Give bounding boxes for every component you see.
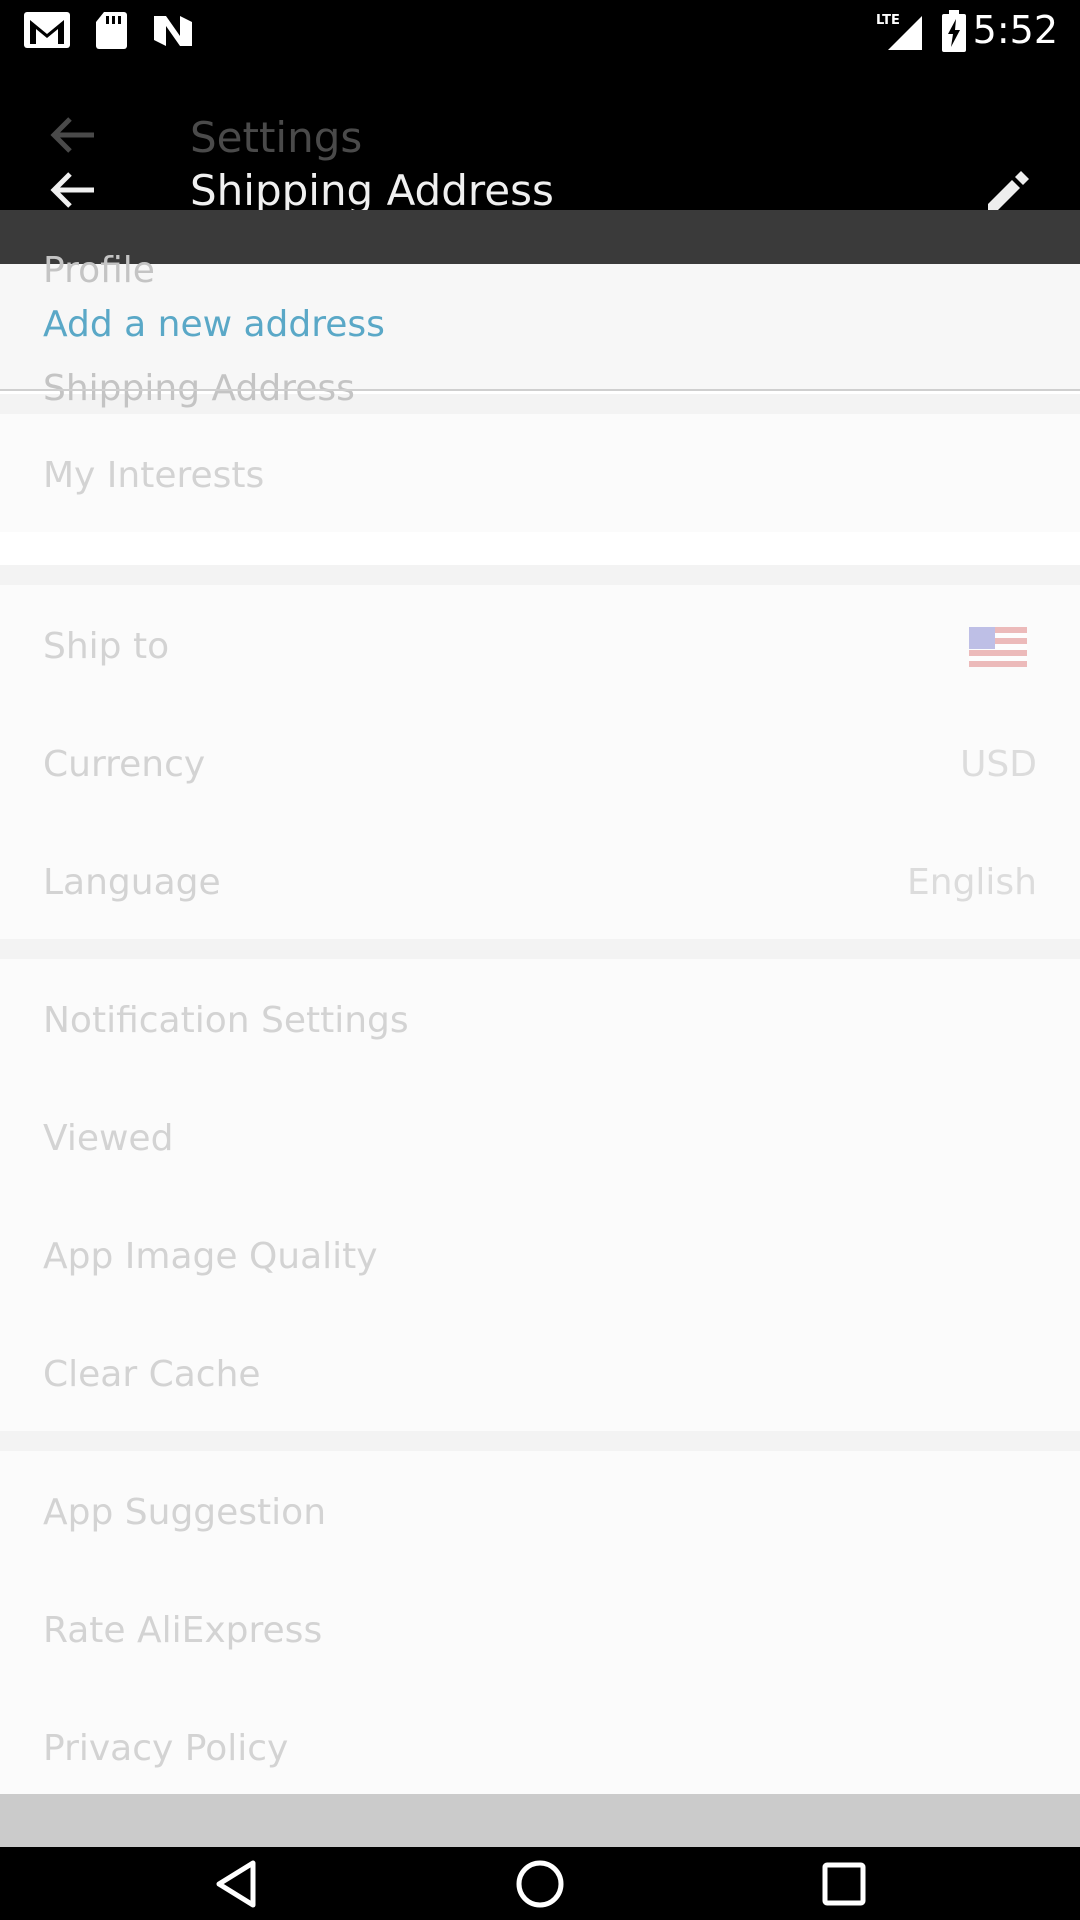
row-label: Rate AliExpress <box>43 1610 323 1651</box>
settings-row-viewed[interactable]: Viewed <box>0 1077 1080 1195</box>
ghost-profile-label: Profile <box>43 250 155 291</box>
row-label: App Image Quality <box>43 1236 378 1277</box>
settings-row-app-image-quality[interactable]: App Image Quality <box>0 1195 1080 1313</box>
row-label: App Suggestion <box>43 1492 327 1533</box>
settings-row-app-suggestion[interactable]: App Suggestion <box>0 1451 1080 1569</box>
row-label: Privacy Policy <box>43 1728 289 1769</box>
dark-strip <box>0 210 1080 264</box>
settings-row-ship-to[interactable]: Ship to <box>0 585 1080 703</box>
shipping-address-panel: Profile Add a new address Shipping Addre… <box>0 250 1080 409</box>
currency-value: USD <box>960 744 1037 785</box>
us-flag-icon <box>969 627 1027 667</box>
settings-row-clear-cache[interactable]: Clear Cache <box>0 1313 1080 1431</box>
section-divider <box>0 939 1080 959</box>
nav-home-icon <box>516 1860 564 1907</box>
svg-text:LTE: LTE <box>876 13 900 28</box>
add-new-address-link[interactable]: Add a new address <box>43 304 385 345</box>
nav-back-button[interactable] <box>176 1847 296 1920</box>
settings-row-privacy-policy[interactable]: Privacy Policy <box>0 1687 1080 1805</box>
battery-charging-icon <box>940 10 968 57</box>
gmail-icon <box>22 10 72 55</box>
settings-row-notification-settings[interactable]: Notification Settings <box>0 959 1080 1077</box>
page-title: Shipping Address <box>190 166 554 215</box>
nav-back-icon <box>216 1860 256 1907</box>
lte-signal-icon: LTE <box>876 12 924 57</box>
nav-home-button[interactable] <box>480 1847 600 1920</box>
n-icon <box>152 10 194 55</box>
row-label: Viewed <box>43 1118 174 1159</box>
row-label: Currency <box>43 744 206 785</box>
nav-recents-icon <box>822 1862 866 1905</box>
settings-list: My Interests Ship to Currency USD Langua… <box>0 264 1080 1805</box>
status-bar: LTE 5:52 <box>0 0 1080 63</box>
language-value: English <box>907 862 1037 903</box>
row-label: Language <box>43 862 221 903</box>
row-label: Clear Cache <box>43 1354 261 1395</box>
row-label: Notification Settings <box>43 1000 409 1041</box>
panel-divider <box>0 389 1080 391</box>
settings-row-language[interactable]: Language English <box>0 821 1080 939</box>
section-divider <box>0 565 1080 585</box>
back-button[interactable] <box>48 170 98 215</box>
nav-gray-band <box>0 1794 1080 1847</box>
settings-row-my-interests[interactable]: My Interests <box>0 414 1080 532</box>
ghost-back-icon <box>48 115 98 160</box>
nav-recents-button[interactable] <box>784 1847 904 1920</box>
row-label: My Interests <box>43 455 265 496</box>
sd-card-icon <box>94 10 128 55</box>
status-time: 5:52 <box>972 8 1058 52</box>
section-divider <box>0 1431 1080 1451</box>
row-label: Ship to <box>43 626 170 667</box>
ghost-title: Settings <box>190 113 363 162</box>
settings-row-rate[interactable]: Rate AliExpress <box>0 1569 1080 1687</box>
settings-row-currency[interactable]: Currency USD <box>0 703 1080 821</box>
navigation-bar <box>0 1847 1080 1920</box>
